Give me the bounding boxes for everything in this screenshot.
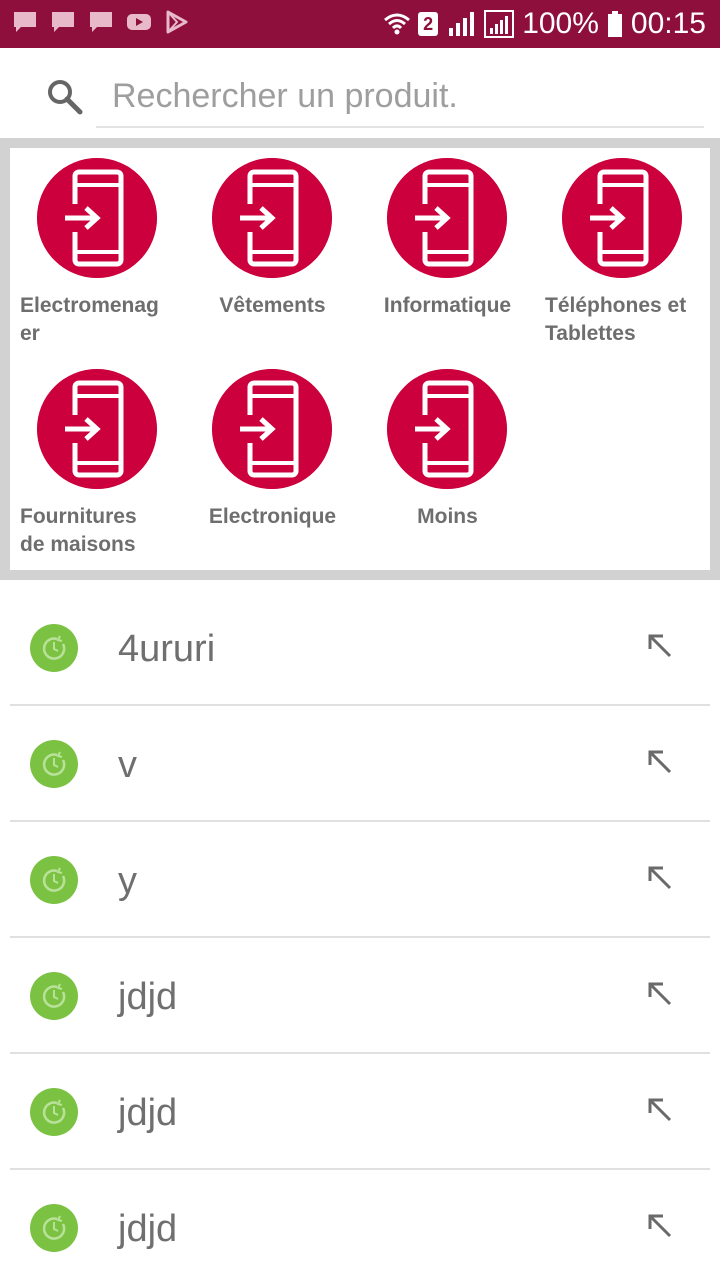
phone-login-icon bbox=[37, 369, 157, 489]
category-label: Informatique bbox=[383, 294, 512, 317]
message-icon bbox=[52, 12, 74, 32]
arrow-up-left-icon[interactable] bbox=[646, 980, 674, 1008]
search-bar bbox=[0, 48, 720, 138]
categories-grid: Electromenag er Vêtements Informatique Télép… bbox=[10, 148, 710, 570]
category-label: Téléphones et Tablettes bbox=[545, 294, 687, 345]
category-item[interactable]: Electromenag er bbox=[10, 148, 185, 359]
category-label: Electronique bbox=[208, 505, 337, 528]
category-label: Electromenag er bbox=[20, 294, 159, 345]
status-bar: 2 100% 00:15 bbox=[0, 0, 720, 48]
history-text: 4ururi bbox=[118, 628, 216, 670]
arrow-up-left-icon[interactable] bbox=[646, 864, 674, 892]
message-icon bbox=[90, 12, 112, 32]
sim-badge: 2 bbox=[418, 12, 439, 36]
history-row[interactable]: 4ururi bbox=[10, 590, 710, 706]
category-label: Fournitures de maisons bbox=[20, 505, 137, 556]
wifi-icon bbox=[384, 13, 411, 35]
arrow-up-left-icon[interactable] bbox=[646, 632, 674, 660]
phone-login-icon bbox=[562, 158, 682, 278]
category-item[interactable]: Fournitures de maisons bbox=[10, 359, 185, 570]
phone-login-icon bbox=[212, 369, 332, 489]
phone-login-icon bbox=[212, 158, 332, 278]
search-icon[interactable] bbox=[44, 76, 84, 116]
category-item[interactable]: Moins bbox=[360, 359, 535, 570]
category-label: Vêtements bbox=[219, 294, 326, 317]
history-row[interactable]: jdjd bbox=[10, 1054, 710, 1170]
history-row[interactable]: y bbox=[10, 822, 710, 938]
arrow-up-left-icon[interactable] bbox=[646, 1212, 674, 1240]
battery-icon bbox=[607, 11, 622, 37]
categories-panel: Electromenag er Vêtements Informatique Télép… bbox=[0, 138, 720, 580]
youtube-icon bbox=[127, 14, 151, 30]
clock: 00:15 bbox=[630, 7, 706, 40]
history-icon bbox=[30, 1204, 78, 1252]
history-icon bbox=[30, 624, 78, 672]
arrow-up-left-icon[interactable] bbox=[646, 1096, 674, 1124]
category-item[interactable]: Vêtements bbox=[185, 148, 360, 359]
history-icon bbox=[30, 972, 78, 1020]
category-item[interactable]: Téléphones et Tablettes bbox=[535, 148, 710, 359]
category-item[interactable]: Electronique bbox=[185, 359, 360, 570]
signal-icon bbox=[484, 10, 515, 38]
status-indicators: 2 100% 00:15 bbox=[384, 6, 706, 42]
search-history-list: 4ururi v y jdjd jdjd jdjd bbox=[10, 590, 710, 1280]
play-store-icon bbox=[166, 10, 188, 34]
history-text: jdjd bbox=[118, 1208, 178, 1250]
phone-login-icon bbox=[37, 158, 157, 278]
history-icon bbox=[30, 856, 78, 904]
battery-percent: 100% bbox=[522, 7, 599, 40]
phone-login-icon bbox=[387, 158, 507, 278]
notification-icons bbox=[12, 10, 190, 34]
phone-login-icon bbox=[387, 369, 507, 489]
history-row[interactable]: jdjd bbox=[10, 1170, 710, 1280]
message-icon bbox=[14, 12, 36, 32]
history-text: y bbox=[118, 860, 137, 902]
category-item[interactable]: Informatique bbox=[360, 148, 535, 359]
arrow-up-left-icon[interactable] bbox=[646, 748, 674, 776]
search-input[interactable] bbox=[96, 66, 704, 128]
category-label: Moins bbox=[417, 505, 478, 528]
history-row[interactable]: jdjd bbox=[10, 938, 710, 1054]
history-text: jdjd bbox=[118, 1092, 178, 1134]
signal-icon bbox=[449, 12, 475, 36]
history-icon bbox=[30, 1088, 78, 1136]
history-text: v bbox=[118, 744, 137, 786]
history-text: jdjd bbox=[118, 976, 178, 1018]
history-icon bbox=[30, 740, 78, 788]
history-row[interactable]: v bbox=[10, 706, 710, 822]
